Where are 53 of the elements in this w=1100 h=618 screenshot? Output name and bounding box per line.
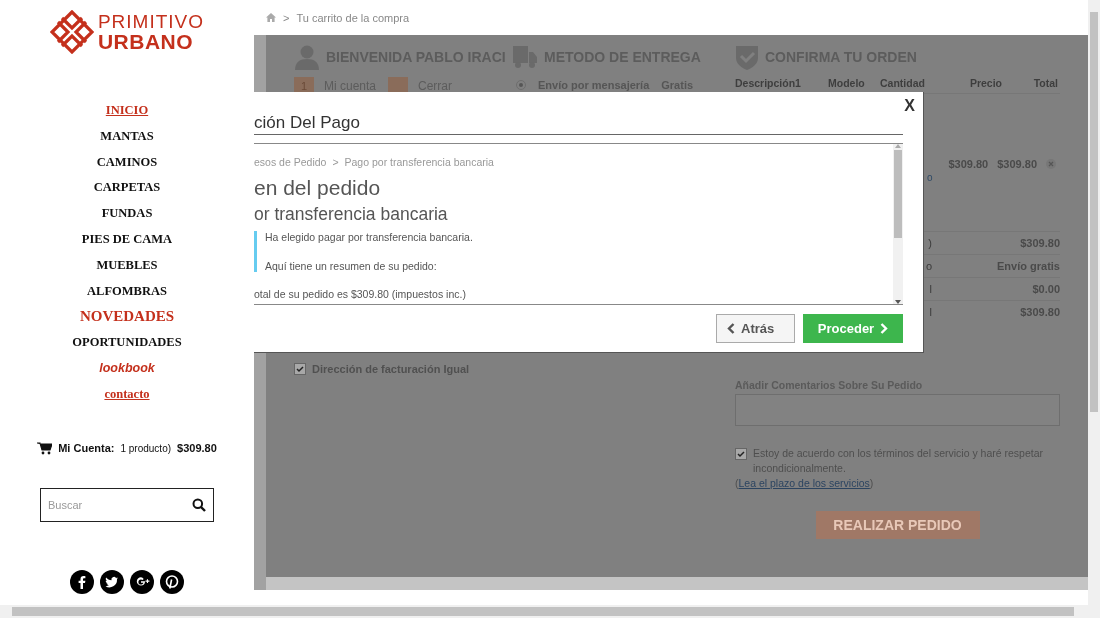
search-icon[interactable] [192,497,206,512]
notice-text: Aquí tiene un resumen de su pedido: [265,260,438,272]
nav-link[interactable]: lookbook [99,355,155,382]
checkbox[interactable] [735,448,747,460]
nav-link[interactable]: INICIO [105,98,149,124]
twitter-icon[interactable] [100,569,124,594]
notice-text: Ha elegido pagar por transferencia bancaria. [265,231,474,243]
total-label: o [924,260,932,272]
facebook-icon[interactable] [70,569,94,594]
nav-link[interactable]: CARPETAS [93,175,161,202]
nav-link[interactable]: NOVEDADES [79,304,175,331]
breadcrumb-current: Tu carrito de la compra [296,11,410,24]
breadcrumb-item: Pago por transferencia bancaria [344,156,494,168]
column-header: Descripción1 [735,77,802,89]
nav-link[interactable]: ALFOMBRAS [87,278,167,305]
dialog-title: ción Del Pago [254,116,903,135]
cart-icon[interactable] [37,441,53,455]
order-total-text: otal de su pedido es $309.80 (impuestos inc.) [254,288,467,300]
logo-icon [49,10,94,54]
logo-text: URBANO [97,31,195,52]
cart-count: 1 producto) [120,442,172,454]
google-plus-icon[interactable] [130,569,154,594]
section-heading: or transferencia bancaria [254,204,449,225]
close-button[interactable]: X [904,96,915,116]
page-heading: en del pedido [254,176,382,200]
cart-total: $309.80 [177,442,217,455]
chevron-right-icon [880,323,889,334]
scrollbar[interactable] [1088,0,1100,605]
nav-link[interactable]: OPORTUNIDADES [72,330,182,356]
column-header: Cantidad [880,77,926,89]
column-header: Modelo [828,77,866,89]
nav-link[interactable]: CAMINOS [96,149,158,176]
scroll-down-icon[interactable] [895,300,901,304]
logo-text: PRIMITIVO [97,12,205,31]
nav-link[interactable]: MUEBLES [96,252,158,279]
breadcrumb-separator: > [283,11,290,24]
nav-link[interactable]: contacto [104,381,150,408]
total-label: ) [927,237,932,249]
breadcrumb-separator: > [332,156,339,168]
back-button[interactable]: Atrás [716,314,795,343]
pinterest-icon[interactable] [160,569,184,594]
nav-link[interactable]: PIES DE CAMA [81,227,173,253]
scrollbar[interactable] [0,605,1100,618]
search-field[interactable]: Buscar [40,487,214,522]
column-header: Precio [968,77,1002,89]
nav-link[interactable]: MANTAS [100,123,154,150]
account-label[interactable]: Mi Cuenta: [58,442,115,455]
terms-link-text: (Lea el plazo de los servicios) [735,476,875,491]
chevron-left-icon [727,323,735,334]
scrollbar[interactable] [893,144,903,304]
column-header: Total [1032,77,1058,89]
nav-link[interactable]: FUNDAS [101,201,153,227]
checkbox[interactable] [294,363,306,375]
